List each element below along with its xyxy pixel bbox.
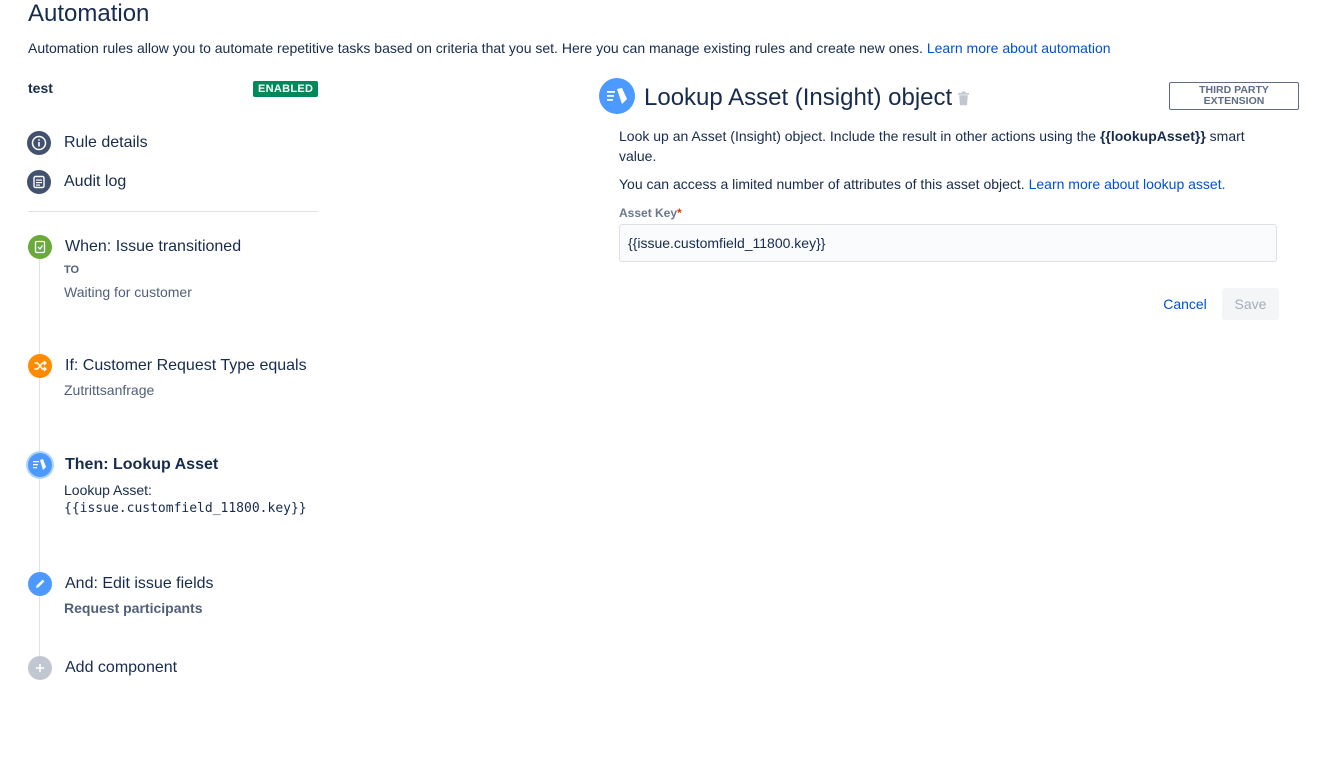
cancel-button[interactable]: Cancel xyxy=(1155,288,1215,320)
component-lookup-asset[interactable]: Then: Lookup Asset Lookup Asset: {{issue… xyxy=(28,453,318,523)
lookup-asset-icon xyxy=(599,78,635,114)
page-title: Automation xyxy=(28,0,150,27)
panel-note: You can access a limited number of attri… xyxy=(619,176,1226,192)
panel-title: Lookup Asset (Insight) object xyxy=(644,84,953,111)
rule-name: test xyxy=(28,80,53,96)
smart-value: {{lookupAsset}} xyxy=(1099,128,1206,144)
panel-description-pre: Look up an Asset (Insight) object. Inclu… xyxy=(619,128,1100,144)
asset-key-label-text: Asset Key xyxy=(619,206,678,220)
component-lookup-asset-title: Then: Lookup Asset xyxy=(65,456,219,473)
learn-more-automation-link[interactable]: Learn more about automation xyxy=(927,40,1111,56)
nav-rule-details[interactable]: Rule details xyxy=(27,130,148,156)
asset-key-label: Asset Key* xyxy=(619,206,682,220)
pencil-icon xyxy=(28,572,52,596)
learn-more-lookup-link[interactable]: Learn more about lookup asset. xyxy=(1029,176,1226,192)
component-condition[interactable]: If: Customer Request Type equals Zutritt… xyxy=(28,354,318,404)
panel-note-text: You can access a limited number of attri… xyxy=(619,176,1029,192)
component-trigger-to: TO xyxy=(64,264,80,276)
panel-description: Look up an Asset (Insight) object. Inclu… xyxy=(619,126,1269,166)
component-condition-title: If: Customer Request Type equals xyxy=(65,357,307,374)
info-icon xyxy=(27,131,51,155)
add-component-label: Add component xyxy=(65,659,178,676)
nav-rule-details-label: Rule details xyxy=(64,134,148,151)
description-text: Automation rules allow you to automate r… xyxy=(28,40,927,56)
asset-icon xyxy=(28,453,52,477)
nav-audit-log-label: Audit log xyxy=(64,173,127,190)
component-edit-issue[interactable]: And: Edit issue fields Request participa… xyxy=(28,572,318,622)
nav-audit-log[interactable]: Audit log xyxy=(27,169,126,195)
trash-icon[interactable] xyxy=(957,91,970,111)
component-edit-issue-title: And: Edit issue fields xyxy=(65,575,214,592)
plus-icon xyxy=(28,656,52,680)
component-edit-issue-field: Request participants xyxy=(64,600,203,616)
component-trigger-status: Waiting for customer xyxy=(64,284,192,300)
required-marker: * xyxy=(677,206,682,220)
save-button[interactable]: Save xyxy=(1222,288,1279,320)
divider xyxy=(28,211,318,212)
third-party-extension-badge: THIRD PARTY EXTENSION xyxy=(1169,82,1299,110)
page-description: Automation rules allow you to automate r… xyxy=(28,40,1111,56)
component-lookup-asset-value: {{issue.customfield_11800.key}} xyxy=(64,501,307,516)
transition-icon xyxy=(28,235,52,259)
status-badge: ENABLED xyxy=(253,81,319,97)
component-lookup-asset-label: Lookup Asset: xyxy=(64,482,152,498)
component-trigger-title: When: Issue transitioned xyxy=(65,238,242,255)
component-trigger[interactable]: When: Issue transitioned TO Waiting for … xyxy=(28,235,318,305)
list-icon xyxy=(27,170,51,194)
badge-line-2: EXTENSION xyxy=(1203,95,1265,107)
shuffle-icon xyxy=(28,354,52,378)
add-component-button[interactable]: Add component xyxy=(28,656,228,682)
asset-key-input[interactable] xyxy=(619,224,1277,262)
component-condition-value: Zutrittsanfrage xyxy=(64,382,155,398)
